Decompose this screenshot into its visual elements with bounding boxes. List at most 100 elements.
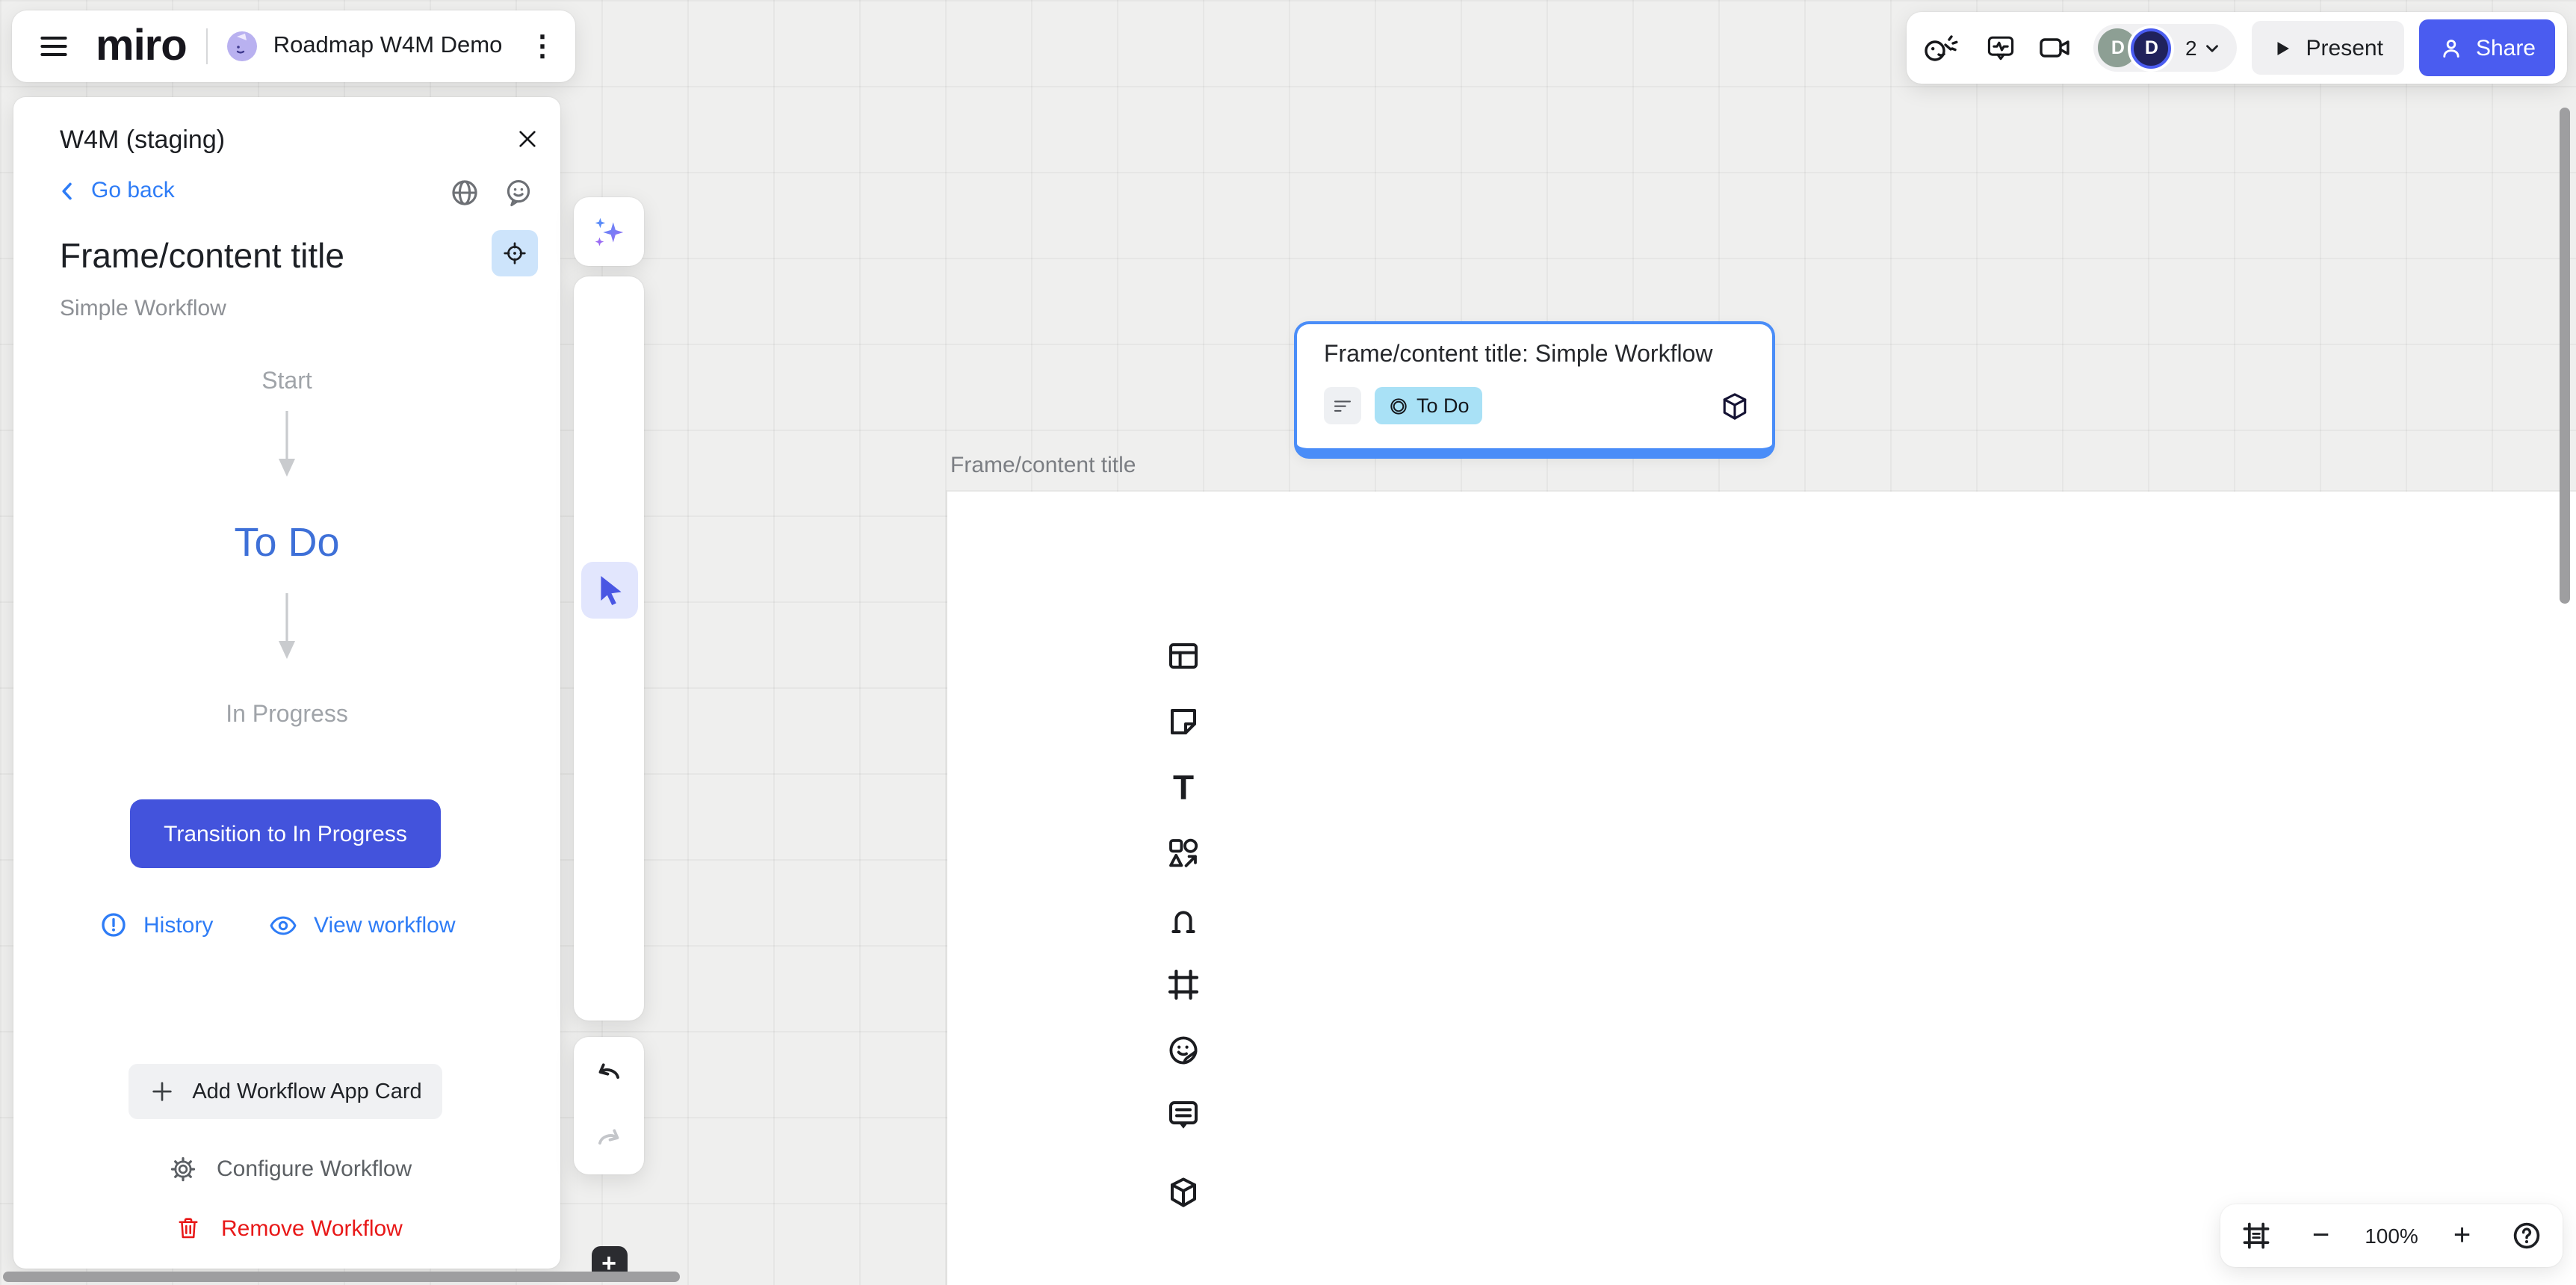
workflow-step-next: In Progress (13, 702, 560, 729)
remove-workflow-button[interactable]: Remove Workflow (175, 1215, 403, 1242)
workflow-step-current: To Do (13, 520, 560, 566)
zoom-level[interactable]: 100% (2359, 1224, 2424, 1248)
panel-close-button[interactable] (504, 115, 551, 163)
add-workflow-app-card-label: Add Workflow App Card (192, 1080, 421, 1103)
status-badge[interactable]: To Do (1375, 387, 1483, 424)
view-workflow-link[interactable]: View workflow (267, 910, 456, 941)
status-circle-icon (1388, 395, 1409, 416)
hamburger-icon (37, 30, 70, 63)
zoom-controls: − 100% + (2220, 1204, 2563, 1267)
card-description-button[interactable] (1324, 387, 1361, 424)
templates-icon (1165, 638, 1201, 674)
content-title: Frame/content title (60, 236, 344, 276)
kebab-icon: ⋮ (528, 29, 557, 64)
locate-on-board-button[interactable] (492, 230, 538, 276)
globe-icon (448, 176, 481, 209)
vertical-scrollbar[interactable] (2560, 108, 2570, 604)
video-camera-icon (2037, 30, 2072, 66)
board-title[interactable]: Roadmap W4M Demo (273, 33, 503, 60)
chevron-left-icon (57, 179, 78, 202)
collab-toolbar: D D 2 Present Share (1907, 12, 2567, 84)
shapes-icon (1165, 835, 1201, 871)
plus-icon (149, 1079, 174, 1104)
configure-workflow-label: Configure Workflow (217, 1156, 412, 1182)
go-back-label: Go back (91, 178, 175, 203)
eye-icon (267, 910, 299, 941)
undo-icon (592, 1057, 626, 1092)
board-header: miro Roadmap W4M Demo ⋮ (12, 10, 575, 82)
header-divider (206, 28, 208, 64)
panel-title: W4M (staging) (60, 126, 225, 155)
go-back-link[interactable]: Go back (57, 178, 175, 203)
workflow-subtitle: Simple Workflow (60, 296, 226, 321)
pen-tool[interactable] (1157, 892, 1210, 946)
gear-icon (169, 1155, 197, 1183)
apps-tool[interactable] (1157, 1165, 1210, 1219)
comment-pulse-icon (1984, 31, 2016, 64)
comments-button[interactable] (1980, 22, 2021, 73)
feedback-smiley-icon (502, 176, 535, 209)
app-card-title: Frame/content title: Simple Workflow (1324, 342, 1712, 369)
ai-assist-tool[interactable] (574, 197, 644, 266)
cursor-icon (591, 572, 627, 608)
ai-sparkles-icon (589, 211, 629, 252)
workflow-arrow-down-2 (276, 590, 297, 662)
comment-icon (1165, 1097, 1201, 1133)
miro-logo[interactable]: miro (96, 22, 187, 71)
help-button[interactable] (2500, 1209, 2554, 1263)
minus-icon: − (2312, 1219, 2329, 1253)
person-icon (2439, 35, 2464, 61)
collaborators-chip[interactable]: D D 2 (2094, 24, 2238, 72)
frame-icon (1165, 967, 1201, 1003)
creation-toolbar: T (574, 276, 644, 1021)
cube-icon (1165, 1174, 1201, 1210)
pen-icon (1165, 901, 1201, 937)
main-menu-button[interactable] (27, 19, 81, 73)
view-workflow-label: View workflow (314, 913, 456, 938)
share-button[interactable]: Share (2419, 19, 2555, 76)
history-link[interactable]: History (99, 910, 213, 940)
description-icon (1331, 394, 1354, 417)
shapes-tool[interactable] (1157, 826, 1210, 880)
miro-board: Frame/content title Frame/content title:… (0, 0, 2576, 1285)
redo-button[interactable] (582, 1113, 636, 1167)
templates-tool[interactable] (1157, 629, 1210, 683)
language-button[interactable] (444, 172, 486, 214)
frames-panel-icon (2240, 1219, 2273, 1252)
sticker-tool[interactable] (1157, 1024, 1210, 1077)
target-icon (501, 239, 529, 267)
undo-button[interactable] (582, 1047, 636, 1101)
transition-button[interactable]: Transition to In Progress (130, 799, 441, 868)
frame-tool[interactable] (1157, 958, 1210, 1012)
sticky-note-icon (1165, 704, 1201, 740)
sticky-note-tool[interactable] (1157, 695, 1210, 749)
status-badge-label: To Do (1417, 394, 1470, 417)
close-icon (515, 127, 539, 151)
add-workflow-app-card-button[interactable]: Add Workflow App Card (129, 1064, 442, 1119)
zoom-in-button[interactable]: + (2436, 1209, 2489, 1263)
workflow-app-card[interactable]: Frame/content title: Simple Workflow To … (1294, 321, 1775, 459)
configure-workflow-button[interactable]: Configure Workflow (169, 1155, 412, 1183)
plus-icon-zoom: + (2453, 1219, 2471, 1253)
play-icon (2273, 38, 2293, 58)
feedback-button[interactable] (498, 172, 539, 214)
avatar-collaborator-2[interactable]: D (2131, 28, 2172, 68)
board-menu-button[interactable]: ⋮ (521, 25, 563, 67)
app-cube-icon[interactable] (1718, 390, 1751, 423)
select-tool[interactable] (580, 562, 637, 619)
reactions-button[interactable] (1919, 19, 1965, 76)
workflow-arrow-down-1 (276, 408, 297, 480)
text-tool[interactable]: T (1157, 761, 1210, 814)
frames-panel-button[interactable] (2229, 1209, 2283, 1263)
history-label: History (143, 912, 213, 938)
video-chat-button[interactable] (2033, 22, 2076, 73)
zoom-out-button[interactable]: − (2294, 1209, 2348, 1263)
present-button[interactable]: Present (2253, 21, 2404, 75)
present-label: Present (2306, 35, 2383, 61)
frame-title-label[interactable]: Frame/content title (950, 453, 1136, 478)
horizontal-scrollbar[interactable] (3, 1272, 680, 1282)
workflow-step-previous: Start (13, 369, 560, 396)
chevron-down-icon (2203, 38, 2223, 58)
comment-tool[interactable] (1157, 1088, 1210, 1142)
board-avatar (224, 28, 260, 64)
